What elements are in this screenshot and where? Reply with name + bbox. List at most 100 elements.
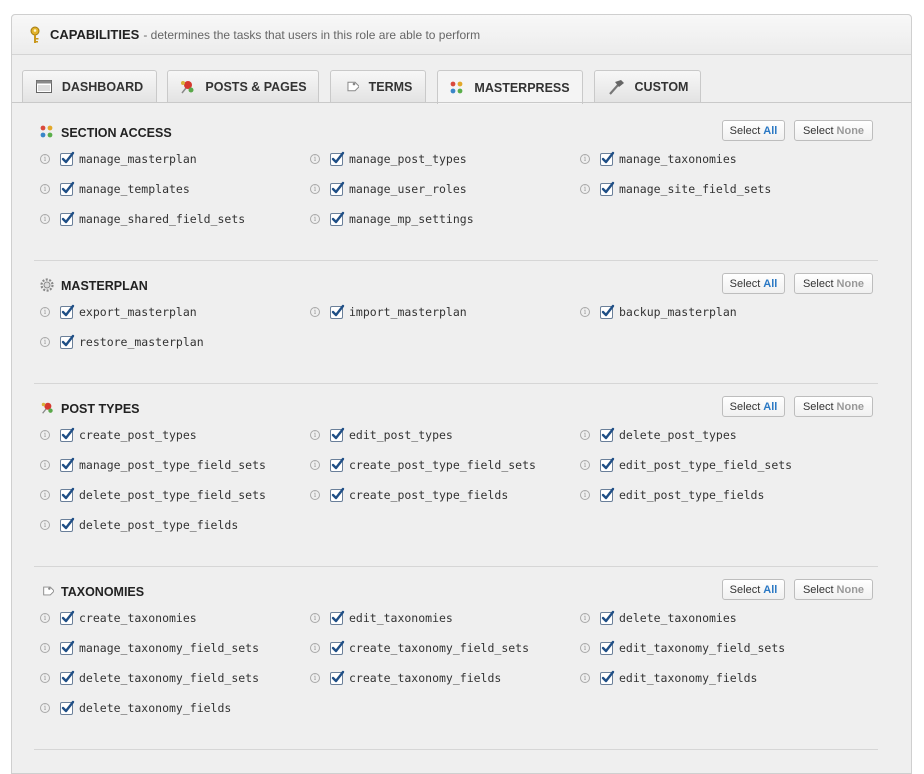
info-icon[interactable]: i <box>40 430 50 440</box>
tab-custom[interactable]: CUSTOM <box>594 70 701 102</box>
info-icon[interactable]: i <box>40 490 50 500</box>
info-icon[interactable]: i <box>580 184 590 194</box>
info-icon[interactable]: i <box>580 490 590 500</box>
capability-checkbox[interactable] <box>60 700 75 715</box>
info-icon[interactable]: i <box>310 613 320 623</box>
info-icon[interactable]: i <box>580 643 590 653</box>
capability-checkbox[interactable] <box>60 670 75 685</box>
info-icon[interactable]: i <box>310 430 320 440</box>
info-icon[interactable]: i <box>580 673 590 683</box>
select-none-button[interactable]: Select None <box>794 396 873 417</box>
select-none-button[interactable]: Select None <box>794 120 873 141</box>
info-icon[interactable]: i <box>40 703 50 713</box>
tab-posts-pages[interactable]: POSTS & PAGES <box>167 70 319 102</box>
info-icon[interactable]: i <box>40 154 50 164</box>
info-icon[interactable]: i <box>580 430 590 440</box>
select-none-button[interactable]: Select None <box>794 273 873 294</box>
tab-terms[interactable]: TERMS <box>330 70 426 102</box>
capability-checkbox[interactable] <box>60 457 75 472</box>
capability-item: i create_taxonomies <box>40 610 197 626</box>
capability-checkbox[interactable] <box>60 487 75 502</box>
capability-checkbox[interactable] <box>330 211 345 226</box>
capability-checkbox[interactable] <box>60 151 75 166</box>
tab-dashboard[interactable]: DASHBOARD <box>22 70 157 102</box>
capability-checkbox[interactable] <box>330 427 345 442</box>
info-icon[interactable]: i <box>40 643 50 653</box>
capability-label: manage_shared_field_sets <box>79 212 246 226</box>
capability-checkbox[interactable] <box>60 610 75 625</box>
capability-checkbox[interactable] <box>330 640 345 655</box>
capability-label: delete_taxonomy_fields <box>79 701 232 715</box>
capability-label: edit_post_type_fields <box>619 488 765 502</box>
capability-label: manage_site_field_sets <box>619 182 772 196</box>
info-icon[interactable]: i <box>310 307 320 317</box>
select-all-button[interactable]: Select All <box>722 120 785 141</box>
capability-checkbox[interactable] <box>60 427 75 442</box>
capability-checkbox[interactable] <box>600 427 615 442</box>
info-icon[interactable]: i <box>40 673 50 683</box>
info-icon[interactable]: i <box>40 307 50 317</box>
panel-header: CAPABILITIES - determines the tasks that… <box>12 15 911 55</box>
capability-checkbox[interactable] <box>330 151 345 166</box>
capability-checkbox[interactable] <box>60 181 75 196</box>
capability-label: delete_taxonomy_field_sets <box>79 671 260 685</box>
info-icon[interactable]: i <box>580 613 590 623</box>
select-none-button[interactable]: Select None <box>794 579 873 600</box>
capability-checkbox[interactable] <box>330 457 345 472</box>
info-icon[interactable]: i <box>40 184 50 194</box>
capability-checkbox[interactable] <box>600 670 615 685</box>
capability-checkbox[interactable] <box>60 334 75 349</box>
capability-item: i edit_post_types <box>310 427 453 443</box>
info-icon[interactable]: i <box>310 154 320 164</box>
info-icon[interactable]: i <box>40 337 50 347</box>
checkmark-icon <box>601 670 615 682</box>
capability-checkbox[interactable] <box>600 487 615 502</box>
pushpin-icon <box>179 79 195 95</box>
select-all-button[interactable]: Select All <box>722 396 785 417</box>
info-icon[interactable]: i <box>580 154 590 164</box>
capability-checkbox[interactable] <box>600 640 615 655</box>
capability-item: i create_taxonomy_field_sets <box>310 640 529 656</box>
checkmark-icon <box>331 211 345 223</box>
info-icon[interactable]: i <box>40 214 50 224</box>
checkmark-icon <box>331 610 345 622</box>
capability-checkbox[interactable] <box>330 670 345 685</box>
info-icon[interactable]: i <box>310 460 320 470</box>
capability-checkbox[interactable] <box>600 304 615 319</box>
checkmark-icon <box>61 427 75 439</box>
capability-checkbox[interactable] <box>60 517 75 532</box>
capability-item: i manage_user_roles <box>310 181 467 197</box>
info-icon[interactable]: i <box>580 307 590 317</box>
capability-label: restore_masterplan <box>79 335 204 349</box>
capability-checkbox[interactable] <box>330 304 345 319</box>
info-icon[interactable]: i <box>310 673 320 683</box>
capability-checkbox[interactable] <box>600 457 615 472</box>
info-icon[interactable]: i <box>310 643 320 653</box>
capability-checkbox[interactable] <box>600 181 615 196</box>
info-icon[interactable]: i <box>580 460 590 470</box>
capability-checkbox[interactable] <box>330 487 345 502</box>
info-icon[interactable]: i <box>310 490 320 500</box>
tag-icon <box>344 79 359 94</box>
capability-item: i manage_taxonomy_field_sets <box>40 640 259 656</box>
capability-item: i edit_post_type_field_sets <box>580 457 792 473</box>
capability-item: i manage_post_types <box>310 151 467 167</box>
capability-checkbox[interactable] <box>330 610 345 625</box>
capability-checkbox[interactable] <box>600 151 615 166</box>
checkmark-icon <box>61 304 75 316</box>
capability-item: i manage_taxonomies <box>580 151 737 167</box>
capability-checkbox[interactable] <box>600 610 615 625</box>
info-icon[interactable]: i <box>40 613 50 623</box>
info-icon[interactable]: i <box>40 460 50 470</box>
select-all-button[interactable]: Select All <box>722 273 785 294</box>
select-all-button[interactable]: Select All <box>722 579 785 600</box>
info-icon[interactable]: i <box>310 214 320 224</box>
info-icon[interactable]: i <box>40 520 50 530</box>
tab-masterpress[interactable]: MASTERPRESS <box>437 70 583 104</box>
capability-checkbox[interactable] <box>60 304 75 319</box>
capability-checkbox[interactable] <box>60 640 75 655</box>
capability-checkbox[interactable] <box>330 181 345 196</box>
info-icon[interactable]: i <box>310 184 320 194</box>
capability-label: edit_post_types <box>349 428 453 442</box>
capability-checkbox[interactable] <box>60 211 75 226</box>
